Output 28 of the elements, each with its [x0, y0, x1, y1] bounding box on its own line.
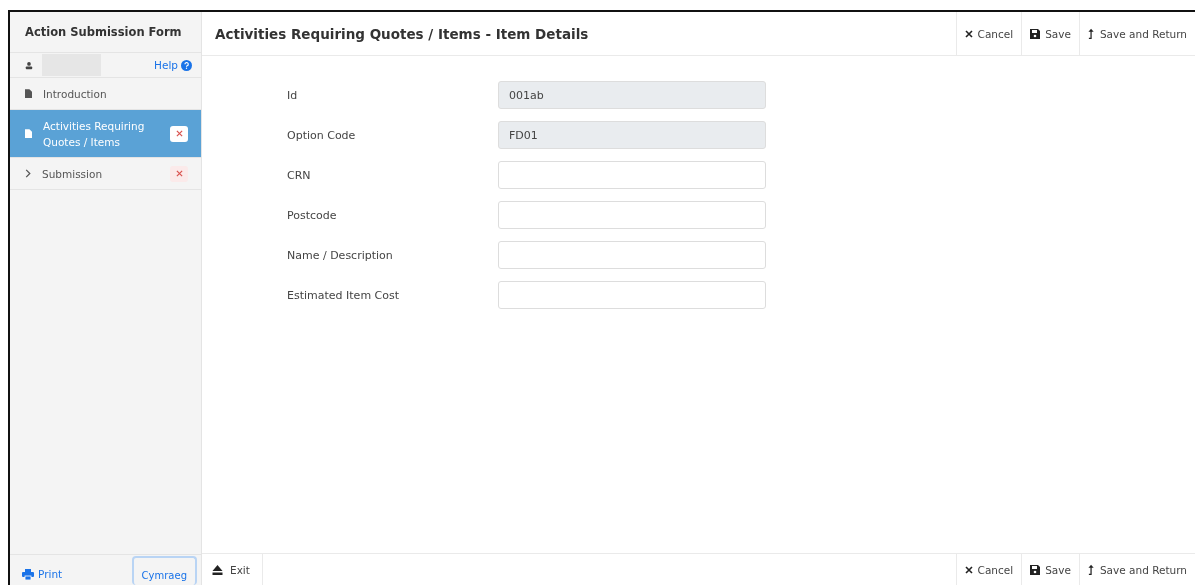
document-icon	[25, 129, 32, 138]
help-link[interactable]: Help	[154, 59, 192, 71]
input-field[interactable]	[498, 241, 766, 269]
nav-item[interactable]: Submission	[10, 158, 201, 190]
language-button[interactable]: Cymraeg	[131, 556, 197, 585]
input-field[interactable]	[498, 201, 766, 229]
field-label: CRN	[287, 168, 312, 182]
eject-icon	[212, 564, 223, 575]
field-label: Name / Description	[287, 248, 394, 262]
input-field[interactable]	[498, 281, 766, 309]
save-icon	[1030, 28, 1041, 39]
page-title: Activities Requiring Quotes / Items - Item Details	[214, 25, 590, 42]
print-link[interactable]: Print	[22, 568, 63, 580]
document-icon	[25, 89, 32, 98]
input-field[interactable]	[498, 161, 766, 189]
return-arrow-icon	[1087, 27, 1095, 40]
print-icon	[22, 568, 34, 580]
return-arrow-icon	[1087, 563, 1095, 576]
close-icon	[964, 29, 973, 38]
field-label: Estimated Item Cost	[287, 288, 401, 302]
save-icon	[1030, 564, 1041, 575]
close-icon	[964, 565, 973, 574]
field-label: Id	[287, 88, 299, 102]
field-label: Option Code	[287, 128, 357, 142]
chevron-right-icon	[25, 169, 31, 178]
help-icon	[181, 59, 192, 71]
field-label: Postcode	[287, 208, 338, 222]
user-icon	[25, 60, 33, 70]
